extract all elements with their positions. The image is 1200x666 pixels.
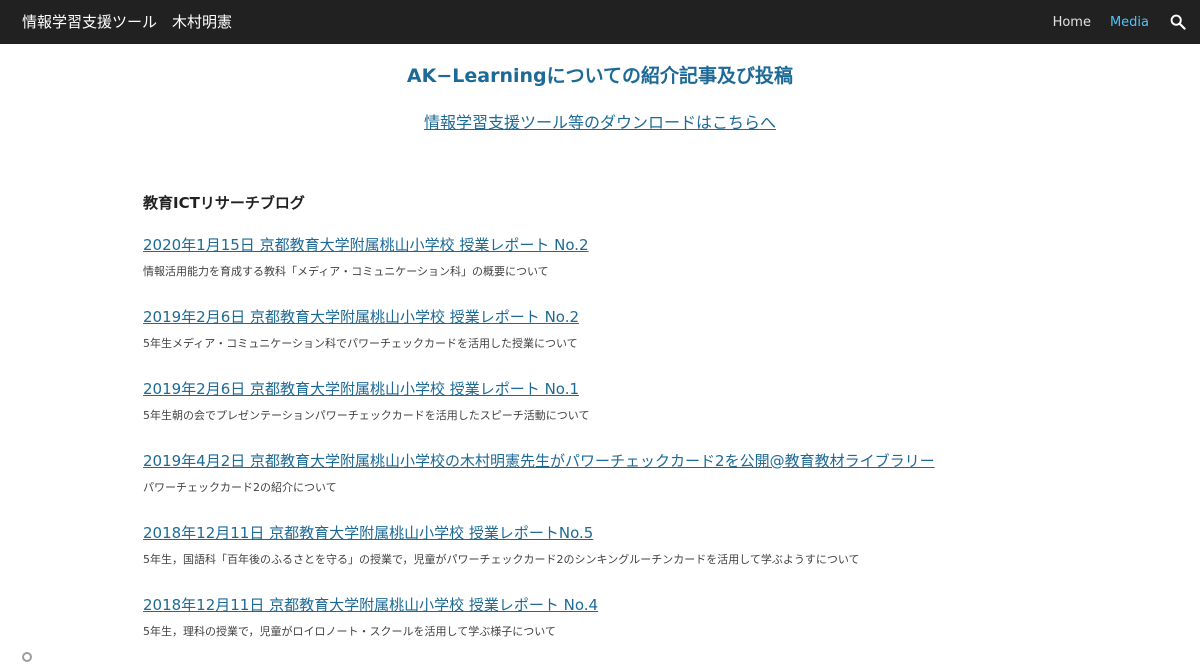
post-description: 5年生朝の会でプレゼンテーションパワーチェックカードを活用したスピーチ活動につい… <box>143 409 590 422</box>
post-description: 5年生，国語科「百年後のふるさとを守る」の授業で，児童がパワーチェックカード2の… <box>143 553 860 566</box>
search-icon <box>1170 14 1186 30</box>
nav-item-home[interactable]: Home <box>1053 15 1091 30</box>
top-navigation-bar: 情報学習支援ツール 木村明憲 Home Media <box>0 0 1200 44</box>
page-heading: AK−Learningについての紹介記事及び投稿 <box>406 65 794 87</box>
partial-circle-icon <box>22 652 32 662</box>
download-link-container: 情報学習支援ツール等のダウンロードはこちらへ <box>0 112 1200 134</box>
post-description: 情報活用能力を育成する教科「メディア・コミュニケーション科」の概要について <box>143 265 549 278</box>
post-link[interactable]: 2018年12月11日 京都教育大学附属桃山小学校 授業レポート No.4 <box>143 594 598 616</box>
list-item: 2019年4月2日 京都教育大学附属桃山小学校の木村明憲先生がパワーチェックカー… <box>143 450 1143 522</box>
nav-menu: Home Media <box>1053 0 1200 44</box>
blog-section: 教育ICTリサーチブログ 2020年1月15日 京都教育大学附属桃山小学校 授業… <box>143 192 1143 666</box>
post-description: 5年生，理科の授業で，児童がロイロノート・スクールを活用して学ぶ様子について <box>143 625 556 638</box>
site-title[interactable]: 情報学習支援ツール 木村明憲 <box>22 11 232 33</box>
list-item: 2020年1月15日 京都教育大学附属桃山小学校 授業レポート No.2 情報活… <box>143 234 1143 306</box>
search-button[interactable] <box>1168 12 1188 32</box>
download-link[interactable]: 情報学習支援ツール等のダウンロードはこちらへ <box>424 113 776 132</box>
nav-item-media[interactable]: Media <box>1110 15 1149 30</box>
list-item: 2019年2月6日 京都教育大学附属桃山小学校 授業レポート No.2 5年生メ… <box>143 306 1143 378</box>
blog-section-title: 教育ICTリサーチブログ <box>143 194 305 212</box>
list-item: 2019年2月6日 京都教育大学附属桃山小学校 授業レポート No.1 5年生朝… <box>143 378 1143 450</box>
post-link[interactable]: 2020年1月15日 京都教育大学附属桃山小学校 授業レポート No.2 <box>143 234 589 256</box>
post-link[interactable]: 2019年4月2日 京都教育大学附属桃山小学校の木村明憲先生がパワーチェックカー… <box>143 450 935 472</box>
list-item: 2018年12月11日 京都教育大学附属桃山小学校 授業レポートNo.5 5年生… <box>143 522 1143 594</box>
post-description: 5年生メディア・コミュニケーション科でパワーチェックカードを活用した授業について <box>143 337 578 350</box>
post-link[interactable]: 2019年2月6日 京都教育大学附属桃山小学校 授業レポート No.2 <box>143 306 579 328</box>
post-link[interactable]: 2018年12月11日 京都教育大学附属桃山小学校 授業レポートNo.5 <box>143 522 593 544</box>
list-item: 2018年12月11日 京都教育大学附属桃山小学校 授業レポート No.4 5年… <box>143 594 1143 666</box>
post-link[interactable]: 2019年2月6日 京都教育大学附属桃山小学校 授業レポート No.1 <box>143 378 579 400</box>
post-description: パワーチェックカード2の紹介について <box>143 481 337 494</box>
